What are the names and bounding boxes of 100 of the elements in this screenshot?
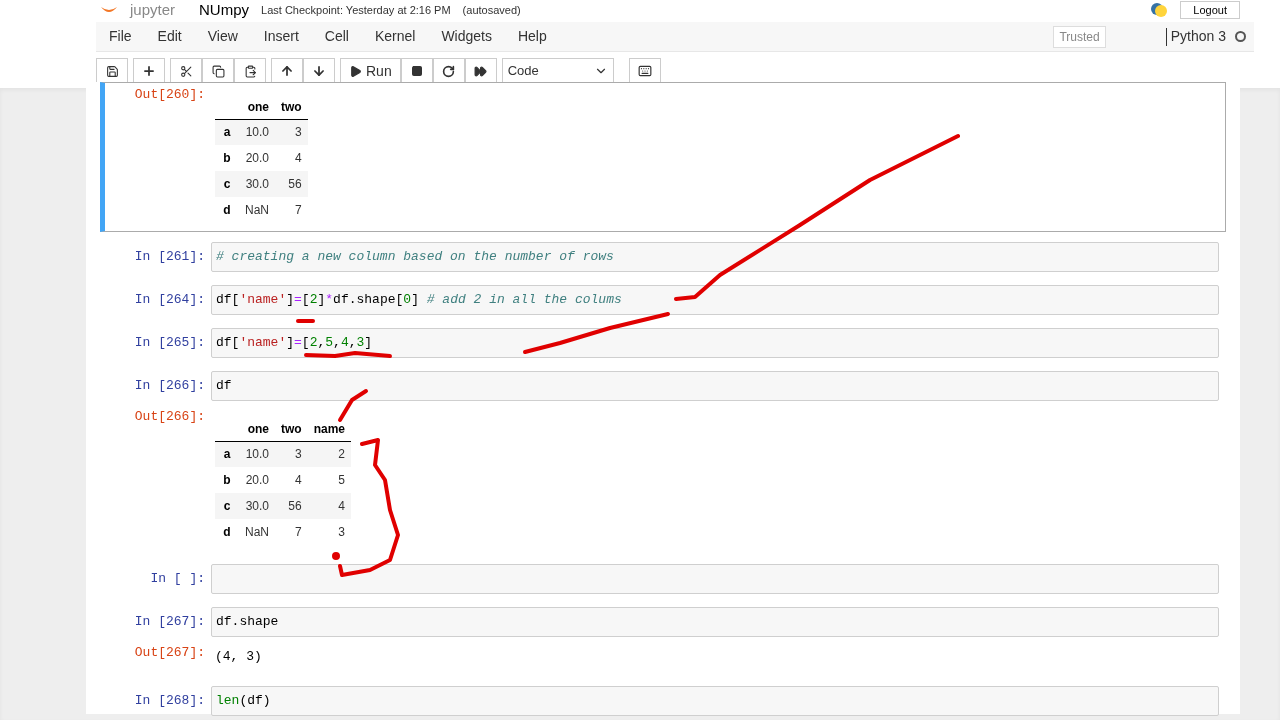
checkpoint-text: Last Checkpoint: Yesterday at 2:16 PM bbox=[261, 2, 451, 18]
table-cell: 30.0 bbox=[239, 493, 275, 519]
row-index: b bbox=[215, 467, 239, 493]
table-cell: 2 bbox=[307, 441, 352, 467]
notebook-cell[interactable]: In [268]: len(df) bbox=[100, 683, 1226, 719]
pen-stroke bbox=[338, 389, 368, 422]
row-index: b bbox=[215, 145, 239, 171]
table-cell: 30.0 bbox=[239, 171, 275, 197]
save-button[interactable] bbox=[96, 58, 128, 84]
table-cell: 20.0 bbox=[239, 467, 275, 493]
table-cell: NaN bbox=[239, 519, 275, 545]
table-cell: 4 bbox=[307, 493, 352, 519]
code-line: df['name']=[2]*df.shape[0] # add 2 in all the colums bbox=[216, 291, 622, 310]
row-index: d bbox=[215, 519, 239, 545]
keyboard-button[interactable] bbox=[628, 58, 661, 84]
code-input-field[interactable]: len(df) bbox=[211, 686, 1219, 716]
notebook-cell[interactable]: In [265]: df['name']=[2,5,4,3] bbox=[100, 325, 1226, 361]
menu-item[interactable]: View bbox=[194, 26, 251, 47]
row-index: a bbox=[215, 441, 239, 467]
row-index: c bbox=[215, 171, 239, 197]
python-logo-icon bbox=[1150, 2, 1169, 18]
code-input-field[interactable]: # creating a new column based on the number of rows bbox=[211, 242, 1219, 272]
output-text: (4, 3) bbox=[215, 649, 262, 664]
copy-icon bbox=[211, 64, 225, 78]
output-prompt: Out[267]: bbox=[134, 644, 205, 662]
table-cell: 56 bbox=[275, 171, 308, 197]
table-cell: 20.0 bbox=[239, 145, 275, 171]
code-line: df['name']=[2,5,4,3] bbox=[216, 334, 373, 353]
code-line: # creating a new column based on the number of rows bbox=[216, 248, 614, 267]
input-prompt: In [266]: bbox=[134, 377, 205, 396]
keyboard-icon bbox=[637, 64, 652, 78]
table-cell: 3 bbox=[275, 119, 308, 145]
notebook-name[interactable]: NUmpy bbox=[199, 0, 250, 22]
pen-dot bbox=[332, 552, 340, 560]
move-up-button[interactable] bbox=[271, 58, 303, 84]
table-cell: 4 bbox=[275, 467, 308, 493]
table-cell: 4 bbox=[275, 145, 308, 171]
play-icon bbox=[349, 64, 362, 78]
column-header: two bbox=[275, 417, 308, 441]
input-prompt: In [265]: bbox=[134, 334, 205, 353]
cut-button[interactable] bbox=[170, 58, 202, 84]
row-index: d bbox=[215, 197, 239, 223]
stop-icon bbox=[410, 65, 423, 77]
autosave-status: (autosaved) bbox=[462, 2, 521, 18]
trusted-indicator[interactable]: Trusted bbox=[1053, 25, 1106, 48]
notebook-cell[interactable]: In [261]: # creating a new column based on the number of rows bbox=[100, 239, 1226, 275]
input-prompt: In [268]: bbox=[134, 692, 205, 711]
pen-stroke bbox=[296, 319, 315, 323]
menu-item[interactable]: File bbox=[96, 26, 145, 47]
code-input-field[interactable]: df.shape bbox=[211, 607, 1219, 637]
table-cell: NaN bbox=[239, 197, 275, 223]
code-input-field[interactable]: df['name']=[2]*df.shape[0] # add 2 in all the colums bbox=[211, 285, 1219, 315]
logout-button[interactable]: Logout bbox=[1180, 1, 1240, 19]
input-prompt: In [ ]: bbox=[150, 570, 205, 589]
notebook-cell[interactable]: In [267]: df.shape Out[267]: (4, 3) bbox=[100, 604, 1226, 676]
table-cell: 56 bbox=[275, 493, 308, 519]
menu-item[interactable]: Help bbox=[504, 26, 560, 47]
run-button[interactable]: Run bbox=[340, 58, 401, 84]
code-line: len(df) bbox=[216, 692, 271, 711]
code-line: df bbox=[216, 377, 232, 396]
code-input-field[interactable]: df['name']=[2,5,4,3] bbox=[211, 328, 1219, 358]
clipboard-icon bbox=[243, 64, 257, 78]
menu-item[interactable]: Kernel bbox=[361, 26, 429, 47]
code-input-field[interactable] bbox=[211, 564, 1219, 594]
output-prompt: Out[260]: bbox=[134, 86, 205, 104]
copy-button[interactable] bbox=[202, 58, 234, 84]
paste-button[interactable] bbox=[234, 58, 266, 84]
save-icon bbox=[105, 64, 119, 78]
menu-item[interactable]: Insert bbox=[250, 26, 312, 47]
input-prompt: In [261]: bbox=[134, 248, 205, 267]
kernel-name: Python 3 bbox=[1170, 27, 1226, 46]
menu-item[interactable]: Edit bbox=[144, 26, 195, 47]
arrow-down-icon bbox=[312, 64, 326, 78]
output-prompt: Out[266]: bbox=[134, 408, 205, 426]
code-input-field[interactable]: df bbox=[211, 371, 1219, 401]
notebook-cell[interactable]: In [264]: df['name']=[2]*df.shape[0] # add 2 in all the colums bbox=[100, 282, 1226, 318]
cell-type-dropdown[interactable]: Code bbox=[501, 58, 614, 84]
notebook-cell[interactable]: In [266]: df Out[266]: one two name a 10.0 3 2 b 20.0 4 5 c 30.0 56 4 d NaN 7 3 bbox=[100, 368, 1226, 554]
notebook-cell[interactable]: Out[260]: one two a 10.0 3 b 20.0 4 c 30.0 56 d NaN 7 bbox=[100, 82, 1226, 232]
table-cell: 3 bbox=[307, 519, 352, 545]
column-header: name bbox=[307, 417, 352, 441]
table-cell: 5 bbox=[307, 467, 352, 493]
insert-cell-button[interactable] bbox=[133, 58, 165, 84]
table-cell: 3 bbox=[275, 441, 308, 467]
arrow-up-icon bbox=[280, 64, 294, 78]
fast-forward-icon bbox=[474, 64, 488, 78]
logo-text: jupyter bbox=[130, 0, 176, 20]
move-down-button[interactable] bbox=[303, 58, 335, 84]
row-index: a bbox=[215, 119, 239, 145]
menu-item[interactable]: Cell bbox=[311, 26, 362, 47]
table-cell: 10.0 bbox=[239, 441, 275, 467]
menu-item[interactable]: Widgets bbox=[428, 26, 505, 47]
column-header: one bbox=[239, 95, 275, 119]
restart-icon bbox=[442, 64, 456, 78]
notebook-cell[interactable]: In [ ]: bbox=[100, 561, 1226, 597]
scissors-icon bbox=[179, 64, 193, 78]
column-header: two bbox=[275, 95, 308, 119]
row-index: c bbox=[215, 493, 239, 519]
input-prompt: In [264]: bbox=[134, 291, 205, 310]
column-header: one bbox=[239, 417, 275, 441]
